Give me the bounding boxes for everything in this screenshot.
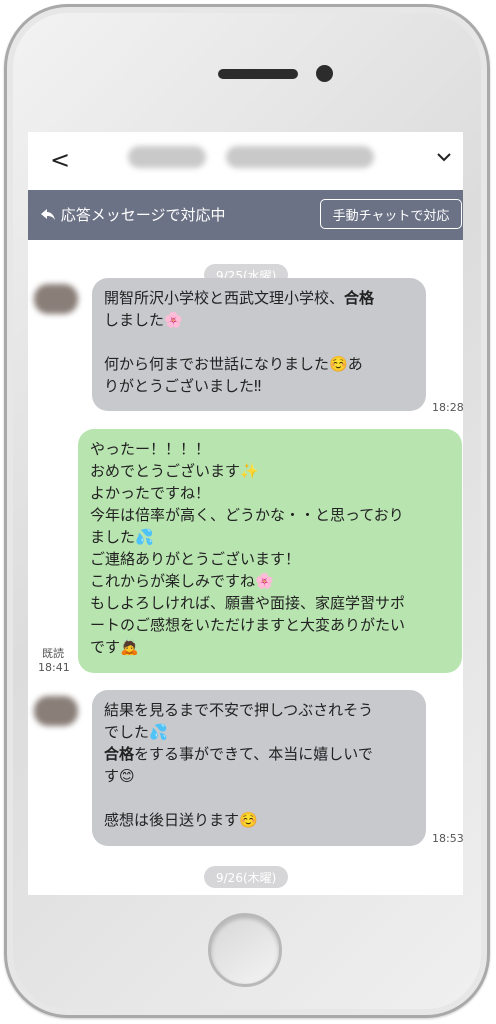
read-receipt: 既読 (42, 647, 64, 660)
contact-name-blurred-2 (226, 146, 374, 168)
outgoing-message: やったー！！！！ おめでとうございます✨ よかったですね！ 今年は倍率が高く、ど… (78, 429, 462, 673)
smile-icon: ☺️ (329, 355, 348, 373)
status-label: 応答メッセージで対応中 (40, 204, 225, 225)
timestamp: 18:41 (38, 661, 70, 674)
avatar[interactable] (34, 696, 78, 726)
sweat-icon: 💦 (149, 723, 168, 741)
sparkle-icon: ✨ (240, 462, 259, 480)
contact-name-blurred (128, 146, 206, 168)
timestamp: 18:28 (432, 401, 463, 414)
timestamp: 18:53 (432, 832, 463, 845)
status-text: 応答メッセージで対応中 (60, 206, 226, 224)
reply-arrow-icon (41, 209, 55, 220)
response-status-bar: 応答メッセージで対応中 手動チャットで対応 (28, 190, 463, 240)
home-button[interactable] (208, 913, 282, 987)
relieved-icon: ☺️ (239, 811, 258, 829)
incoming-message: 開智所沢小学校と西武文理小学校、合格 しました🌸 何から何までお世話になりました… (92, 278, 426, 411)
flower-icon: 🌸 (164, 311, 183, 329)
phone-speaker (218, 69, 298, 79)
chat-area: 9/25(水曜) 開智所沢小学校と西武文理小学校、合格 しました🌸 何から何まで… (28, 240, 463, 895)
chevron-down-icon[interactable] (437, 150, 451, 164)
date-separator: 9/26(木曜) (204, 866, 289, 888)
bow-icon: 🙇 (120, 638, 139, 656)
chat-screen: < 応答メッセージで対応中 手動チャットで対応 9/25(水曜) 開智所沢小学校… (28, 132, 463, 895)
avatar[interactable] (34, 284, 78, 314)
manual-chat-button[interactable]: 手動チャットで対応 (320, 199, 462, 229)
incoming-message: 結果を見るまで不安で押しつぶされそう でした💦 合格をする事ができて、本当に嬉し… (92, 690, 426, 846)
flower-icon: 🌸 (255, 572, 274, 590)
phone-camera (316, 65, 333, 82)
smile-icon: 😊 (119, 767, 135, 785)
sweat-icon: 💦 (135, 528, 154, 546)
chat-header: < (28, 132, 463, 190)
back-icon[interactable]: < (50, 146, 70, 174)
